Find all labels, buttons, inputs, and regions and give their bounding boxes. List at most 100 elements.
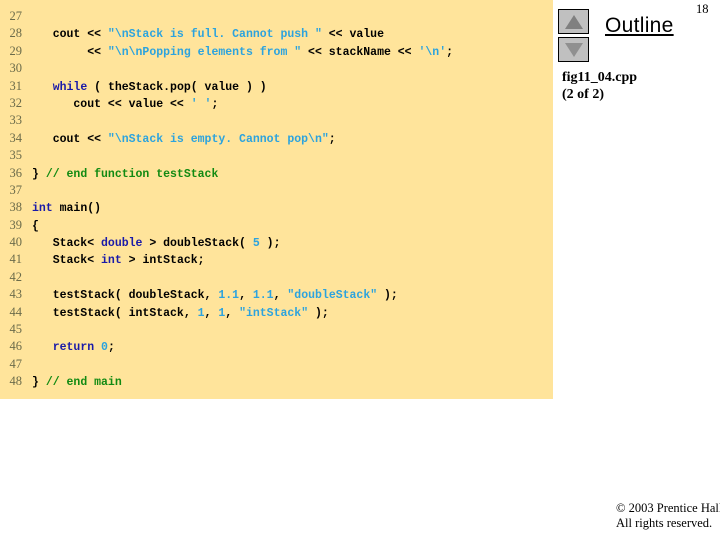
code-line: 36} // end function testStack	[0, 165, 553, 182]
outline-title: Outline	[605, 14, 674, 37]
code-line-text: testStack( doubleStack, 1.1, 1.1, "doubl…	[32, 287, 398, 304]
code-line: 34 cout << "\nStack is empty. Cannot pop…	[0, 130, 553, 147]
code-line: 30	[0, 60, 553, 77]
code-line-text: return 0;	[32, 339, 115, 356]
code-listing-panel: 27 28 cout << "\nStack is full. Cannot pu…	[0, 0, 553, 399]
code-token-string: "intStack"	[239, 306, 309, 320]
code-line-number: 41	[9, 252, 23, 267]
code-line-number: 39	[9, 217, 23, 232]
code-line: 46 return 0;	[0, 338, 553, 355]
code-line-text: Stack< double > doubleStack( 5 );	[32, 235, 281, 252]
outline-file-part: (2 of 2)	[562, 86, 604, 102]
code-token-keyword: return	[52, 341, 95, 355]
code-token-plain: > doubleStack(	[142, 237, 253, 251]
code-token-keyword: int	[101, 254, 122, 268]
code-line-number: 43	[9, 287, 23, 302]
code-token-plain: ;	[211, 97, 219, 111]
code-line: 28 cout << "\nStack is full. Cannot push…	[0, 25, 553, 42]
code-token-plain: ,	[225, 306, 240, 320]
code-token-plain: cout <<	[32, 132, 108, 146]
code-token-string: ' '	[190, 97, 212, 111]
code-line: 44 testStack( intStack, 1, 1, "intStack"…	[0, 304, 553, 321]
code-line: 45	[0, 321, 553, 338]
code-token-number: 0	[101, 341, 108, 355]
code-token-plain: ;	[107, 341, 115, 355]
code-line: 38 int main()	[0, 199, 553, 216]
code-line-text: {	[32, 218, 39, 235]
code-line-number: 31	[9, 78, 23, 93]
code-line: 40 Stack< double > doubleStack( 5 );	[0, 234, 553, 251]
triangle-down-icon	[564, 42, 583, 57]
code-token-plain: cout <<	[32, 28, 108, 42]
code-token-plain: ,	[273, 289, 288, 303]
code-token-number: 1.1	[252, 289, 274, 303]
code-token-comment: // end function testStack	[45, 167, 219, 181]
code-token-plain: Stack<	[32, 254, 102, 268]
code-token-plain: }	[32, 376, 46, 390]
code-line: 33	[0, 112, 553, 129]
code-line-number: 27	[9, 9, 23, 23]
page-number: 18	[696, 2, 709, 16]
code-line: 47	[0, 356, 553, 373]
code-line: 35	[0, 147, 553, 164]
code-token-comment: // end main	[45, 376, 122, 390]
code-line-number: 38	[9, 200, 23, 215]
code-line-number: 37	[9, 182, 23, 197]
code-token-string: '\n'	[418, 45, 447, 59]
code-line-number: 32	[9, 95, 23, 110]
code-token-plain: testStack( intStack,	[32, 306, 198, 320]
code-line-number: 34	[9, 130, 23, 145]
footer-rights-line: All rights reserved.	[616, 516, 713, 530]
code-token-plain: testStack( doubleStack,	[32, 289, 219, 303]
code-line-text: testStack( intStack, 1, 1, "intStack" );	[32, 305, 329, 322]
code-line-number: 42	[9, 269, 23, 284]
footer-copyright-line: © 2003 Prentice Hall, Inc.	[616, 501, 720, 515]
code-line-number: 28	[9, 26, 23, 41]
code-line-number: 46	[9, 339, 23, 354]
code-token-plain: ;	[328, 132, 336, 146]
code-line-number: 45	[9, 322, 23, 337]
code-token-plain: }	[32, 167, 46, 181]
code-token-plain: );	[377, 289, 398, 303]
code-line-text: cout << "\nStack is empty. Cannot pop\n"…	[32, 131, 336, 148]
code-token-plain: {	[32, 219, 39, 233]
code-token-plain: ( theStack.pop( value ) )	[87, 80, 267, 94]
code-line-number: 47	[9, 356, 23, 371]
code-line: 39 {	[0, 217, 553, 234]
code-token-plain: << stackName <<	[301, 45, 419, 59]
code-token-plain: ,	[204, 306, 219, 320]
code-token-string: "\nStack is full. Cannot push "	[107, 28, 322, 42]
code-lines-container: 27 28 cout << "\nStack is full. Cannot pu…	[0, 8, 553, 391]
code-token-plain: main()	[52, 202, 102, 216]
code-line-text: } // end function testStack	[32, 166, 218, 183]
code-line-number: 30	[9, 61, 23, 76]
code-token-number: 1.1	[218, 289, 240, 303]
code-line: 29 << "\n\nPopping elements from " << st…	[0, 43, 553, 60]
code-token-plain: > intStack;	[121, 254, 205, 268]
code-token-plain: Stack<	[32, 237, 102, 251]
code-token-string: "doubleStack"	[287, 289, 378, 303]
scroll-up-button[interactable]	[558, 9, 589, 34]
outline-nav-buttons	[558, 9, 591, 65]
triangle-up-icon	[564, 14, 583, 29]
footer-copyright: © 2003 Prentice Hall, Inc. All rights re…	[616, 501, 720, 531]
code-token-plain: );	[308, 306, 329, 320]
code-line-number: 33	[9, 113, 23, 128]
code-token-plain: << value	[321, 28, 384, 42]
code-token-string: "\nStack is empty. Cannot pop\n"	[107, 132, 329, 146]
code-token-plain: cout << value <<	[32, 97, 191, 111]
code-line-text: int main()	[32, 200, 101, 217]
code-line-number: 35	[9, 148, 23, 163]
code-line: 41 Stack< int > intStack;	[0, 251, 553, 268]
outline-file-name: fig11_04.cpp	[562, 70, 638, 85]
code-line: 32 cout << value << ' ';	[0, 95, 553, 112]
code-line: 27	[0, 8, 553, 25]
code-line: 42	[0, 269, 553, 286]
scroll-down-button[interactable]	[558, 37, 589, 62]
code-line-number: 48	[9, 374, 23, 389]
code-line-text: cout << "\nStack is full. Cannot push " …	[32, 26, 384, 43]
code-token-keyword: int	[32, 202, 53, 216]
